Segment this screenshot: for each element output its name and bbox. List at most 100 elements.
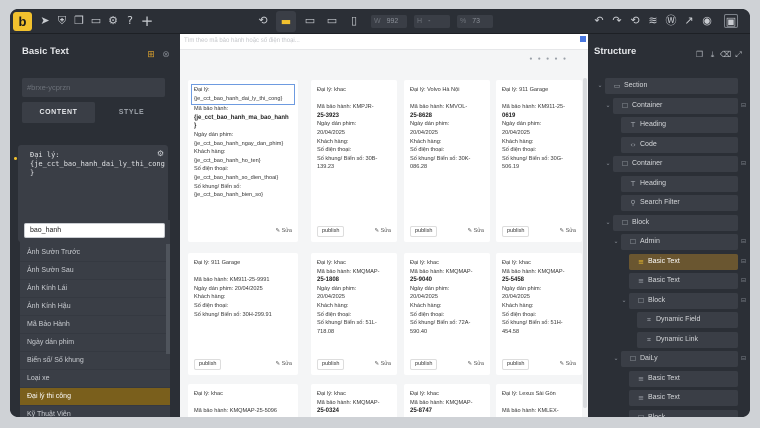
expand-caret[interactable]: ⌄	[612, 351, 620, 367]
edit-link[interactable]: ✎ Sửa	[374, 227, 391, 236]
structure-node[interactable]: ≡ Basic Text	[629, 253, 738, 270]
edit-link[interactable]: ✎ Sửa	[374, 360, 391, 369]
help-icon[interactable]: ?	[123, 14, 137, 28]
css-id-input[interactable]: #brxe-ycprzn	[22, 78, 165, 97]
edit-link[interactable]: ✎ Sửa	[559, 360, 576, 369]
canvas-scrollbar[interactable]	[583, 78, 587, 408]
structure-node[interactable]: ☐ DaiLy	[621, 351, 738, 367]
folder-icon[interactable]: ▭	[89, 14, 103, 28]
copy-icon[interactable]: ❐	[694, 49, 705, 61]
undo-icon[interactable]: ↶	[592, 14, 606, 28]
download-icon[interactable]: ⤓	[707, 49, 718, 61]
external-link-icon[interactable]: ↗	[682, 14, 696, 28]
edit-link[interactable]: ✎ Sửa	[559, 227, 576, 236]
trash-icon[interactable]: ⌫	[720, 49, 731, 61]
expand-caret[interactable]: ⌄	[604, 215, 612, 231]
node-action-icon[interactable]: ⊟	[741, 234, 748, 250]
mobile-icon[interactable]: ▯	[347, 14, 361, 28]
structure-node[interactable]: ⚲ Search Filter	[621, 195, 738, 211]
node-action-icon[interactable]: ⊟	[741, 293, 748, 309]
height-field[interactable]: H-	[414, 15, 450, 28]
node-action-icon[interactable]: ⊟	[741, 98, 748, 114]
laptop-icon[interactable]: ▭	[303, 14, 317, 28]
dropdown-scrollbar[interactable]	[166, 244, 170, 354]
expand-caret[interactable]: ⌄	[604, 156, 612, 172]
pagination-dots: ● ● ● ● ●	[529, 56, 568, 62]
gear-icon[interactable]: ⚙	[106, 14, 120, 28]
element-handle[interactable]	[580, 36, 586, 42]
card-field: {je_cct_bao_hanh_dai_ly_thi_cong}	[194, 95, 283, 102]
canvas-search-bar[interactable]: Tìm theo mã bảo hành hoặc số điện thoại.…	[180, 34, 588, 50]
wordpress-icon[interactable]: Ⓦ	[664, 14, 678, 28]
dynamic-data-option[interactable]: Kỹ Thuật Viên	[20, 406, 170, 417]
query-loop-icon[interactable]: ⊞	[145, 49, 157, 61]
preview-eye-icon[interactable]: ◉	[700, 14, 714, 28]
structure-node[interactable]: ▭ Section	[605, 78, 738, 94]
save-icon[interactable]: ▣	[724, 14, 738, 28]
node-action-icon[interactable]: ⊟	[741, 273, 748, 289]
structure-node[interactable]: T Heading	[621, 175, 738, 192]
card-field: Khách hàng:	[194, 294, 226, 301]
edit-link[interactable]: ✎ Sửa	[467, 360, 484, 369]
node-action-icon[interactable]: ⊟	[741, 351, 748, 367]
tab-content[interactable]: CONTENT	[22, 102, 95, 123]
structure-node[interactable]: ☐ Container	[613, 97, 738, 114]
card-field: Số điện thoại:	[194, 166, 229, 173]
structure-node[interactable]: ≡ Basic Text	[629, 370, 738, 387]
dynamic-data-option[interactable]: Ngày dán phim	[20, 334, 170, 352]
structure-node[interactable]: ≡ Basic Text	[629, 390, 738, 406]
history-icon[interactable]: ⟲	[628, 14, 642, 28]
card-field: Số khung/ Biển số: 30B-	[317, 155, 378, 162]
dynamic-data-search-input[interactable]: bao_hanh	[24, 223, 165, 238]
dynamic-data-option[interactable]: Ảnh Kính Hậu	[20, 298, 170, 316]
element-info-icon[interactable]: ⊗	[160, 49, 172, 61]
node-action-icon[interactable]: ⊟	[741, 156, 748, 172]
card-field: Đại lý: 911 Garage	[502, 87, 549, 93]
add-icon[interactable]: +	[140, 14, 154, 29]
structure-node[interactable]: ☐ Container	[613, 156, 738, 172]
expand-icon[interactable]: ⤢	[733, 49, 744, 61]
dynamic-data-option[interactable]: Biển số/ Số khung	[20, 352, 170, 370]
dynamic-data-option[interactable]: Ảnh Sườn Trước	[20, 244, 170, 262]
redo-icon[interactable]: ↷	[610, 14, 624, 28]
expand-caret[interactable]: ⌄	[620, 293, 628, 309]
logo[interactable]: b	[13, 12, 32, 31]
structure-node[interactable]: ☐ Admin	[621, 234, 738, 250]
shield-icon[interactable]: ⛨	[55, 14, 69, 28]
structure-node[interactable]: ⌗ Dynamic Field	[637, 312, 738, 328]
structure-node[interactable]: ⌗ Dynamic Link	[637, 331, 738, 348]
card-field: Số khung/ Biển số:	[194, 183, 241, 190]
tablet-landscape-icon[interactable]: ▭	[325, 14, 339, 28]
dynamic-data-option[interactable]: Mã Bảo Hành	[20, 316, 170, 334]
structure-node[interactable]: T Heading	[621, 117, 738, 133]
pages-icon[interactable]: ❐	[72, 14, 86, 28]
dynamic-data-option[interactable]: Ảnh Sườn Sau	[20, 262, 170, 280]
dynamic-data-option[interactable]: Đại lý thi công	[20, 388, 170, 406]
card-field: Số điện thoại:	[502, 147, 537, 154]
edit-link[interactable]: ✎ Sửa	[275, 360, 292, 369]
node-action-icon[interactable]: ⊟	[741, 254, 748, 270]
dynamic-data-option[interactable]: Loại xe	[20, 370, 170, 388]
breakpoint-settings-icon[interactable]: ⟲	[256, 14, 270, 28]
edit-link[interactable]: ✎ Sửa	[467, 227, 484, 236]
desktop-icon[interactable]: ▬	[276, 11, 296, 32]
structure-node[interactable]: ☐Block	[629, 292, 738, 309]
search-placeholder: Tìm theo mã bảo hành hoặc số điện thoại.…	[184, 38, 300, 44]
builder-window: b ➤ ⛨ ❐ ▭ ⚙ ? + ⟲ ▬ ▭ ▭ ▯ W 992 H- % 73 ↶ …	[10, 9, 750, 417]
tab-style[interactable]: STYLE	[95, 102, 168, 123]
width-field[interactable]: W 992	[371, 15, 407, 28]
edit-link[interactable]: ✎ Sửa	[275, 227, 292, 236]
cursor-icon[interactable]: ➤	[38, 14, 52, 28]
expand-caret[interactable]: ⌄	[604, 98, 612, 114]
zoom-field[interactable]: % 73	[457, 15, 493, 28]
expand-caret[interactable]: ⌄	[596, 78, 604, 94]
expand-caret[interactable]: ⌄	[612, 234, 620, 250]
dynamic-data-option[interactable]: Ảnh Kính Lái	[20, 280, 170, 298]
structure-node[interactable]: ☐Block	[613, 214, 738, 231]
dynamic-data-icon[interactable]: ⚙	[157, 149, 164, 158]
structure-node[interactable]: ‹› Code	[621, 136, 738, 153]
structure-node[interactable]: ≡ Basic Text	[629, 273, 738, 289]
layers-icon[interactable]: ≋	[646, 14, 660, 28]
selected-text-element[interactable]: Đại lý: {je_cct_bao_hanh_dai_ly_thi_cong}	[191, 84, 295, 106]
structure-node[interactable]: ☐Block	[629, 409, 738, 417]
